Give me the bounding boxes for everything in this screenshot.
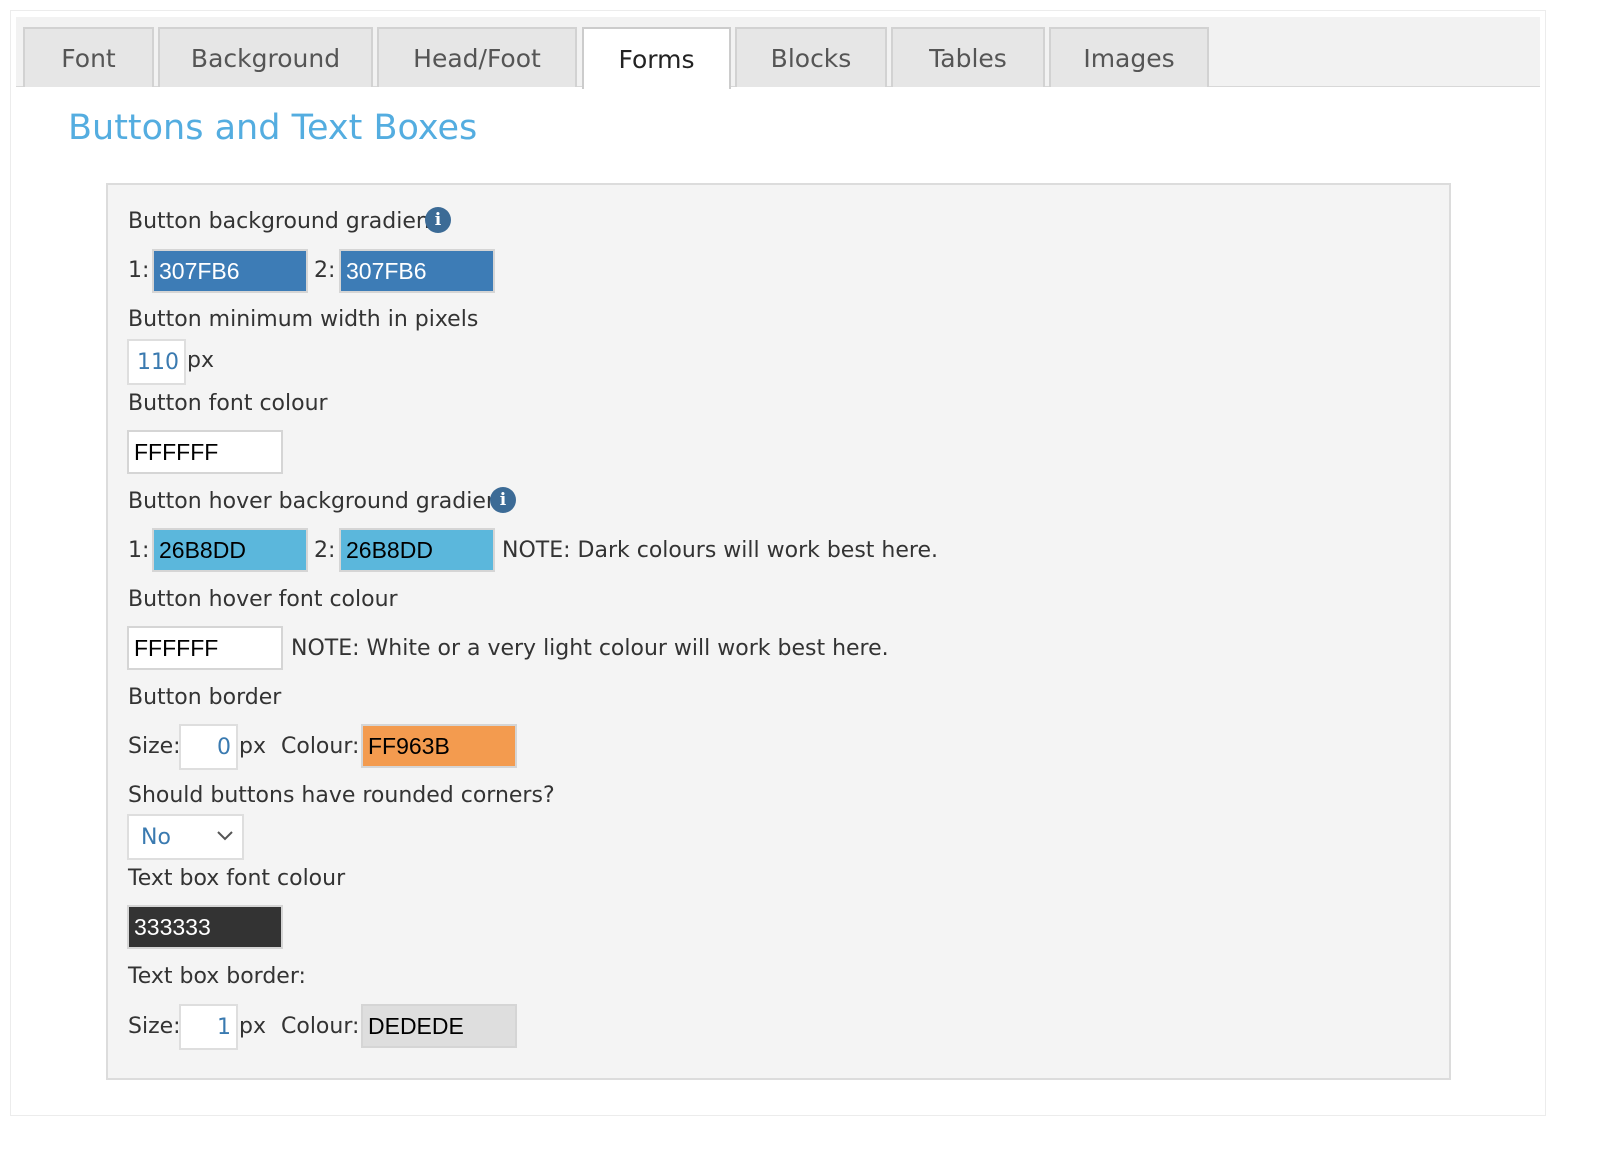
colour-label: Colour: (281, 734, 360, 759)
btn-min-width-input[interactable]: 110 (127, 339, 186, 385)
tab-head-foot[interactable]: Head/Foot (377, 27, 577, 87)
unit-label: px (239, 734, 266, 759)
tab-label: Blocks (770, 43, 852, 73)
info-icon[interactable]: i (425, 207, 451, 233)
textbox-font-colour-field[interactable]: 333333 (127, 905, 283, 949)
btn-hover-font-colour-label: Button hover font colour (128, 587, 398, 612)
textbox-border-colour-field[interactable]: DEDEDE (361, 1004, 517, 1048)
tab-label: Forms (618, 44, 695, 74)
chevron-down-icon (217, 831, 233, 841)
hover-gradient-note: NOTE: Dark colours will work best here. (502, 538, 938, 563)
gradient-prefix-1: 1: (128, 538, 150, 563)
tab-font[interactable]: Font (23, 27, 154, 87)
btn-border-size-input[interactable]: 0 (179, 724, 238, 770)
btn-bg-gradient-label: Button background gradient (128, 209, 439, 234)
btn-border-label: Button border (128, 685, 282, 710)
textbox-border-label: Text box border: (128, 964, 306, 989)
gradient-prefix-2: 2: (314, 258, 336, 283)
rounded-corners-label: Should buttons have rounded corners? (128, 783, 555, 808)
btn-font-colour-field[interactable]: FFFFFF (127, 430, 283, 474)
size-label: Size: (128, 734, 181, 759)
tab-blocks[interactable]: Blocks (735, 27, 887, 87)
tab-tables[interactable]: Tables (891, 27, 1045, 87)
btn-min-width-label: Button minimum width in pixels (128, 307, 479, 332)
size-label: Size: (128, 1014, 181, 1039)
tab-background[interactable]: Background (158, 27, 373, 87)
unit-label: px (239, 1014, 266, 1039)
rounded-corners-select[interactable]: No (127, 814, 244, 860)
btn-hover-font-colour-field[interactable]: FFFFFF (127, 626, 283, 670)
textbox-border-size-input[interactable]: 1 (179, 1004, 238, 1050)
btn-hover-colour-1-field[interactable]: 26B8DD (152, 528, 308, 572)
tab-label: Background (190, 43, 341, 73)
btn-bg-colour-1-field[interactable]: 307FB6 (152, 249, 308, 293)
tab-label: Images (1083, 43, 1175, 73)
btn-bg-colour-2-field[interactable]: 307FB6 (339, 249, 495, 293)
hover-font-note: NOTE: White or a very light colour will … (291, 636, 889, 661)
gradient-prefix-2: 2: (314, 538, 336, 563)
btn-hover-gradient-label: Button hover background gradient (128, 489, 509, 514)
textbox-font-colour-label: Text box font colour (128, 866, 346, 891)
info-icon[interactable]: i (490, 487, 516, 513)
btn-border-colour-field[interactable]: FF963B (361, 724, 517, 768)
select-value: No (141, 824, 171, 850)
section-title: Buttons and Text Boxes (68, 108, 478, 148)
tab-forms[interactable]: Forms (582, 27, 731, 89)
unit-label: px (187, 348, 214, 373)
tab-label: Font (61, 43, 116, 73)
tab-label: Tables (929, 43, 1007, 73)
gradient-prefix-1: 1: (128, 258, 150, 283)
btn-font-colour-label: Button font colour (128, 391, 328, 416)
colour-label: Colour: (281, 1014, 360, 1039)
tab-label: Head/Foot (413, 43, 541, 73)
btn-hover-colour-2-field[interactable]: 26B8DD (339, 528, 495, 572)
tab-images[interactable]: Images (1049, 27, 1209, 87)
